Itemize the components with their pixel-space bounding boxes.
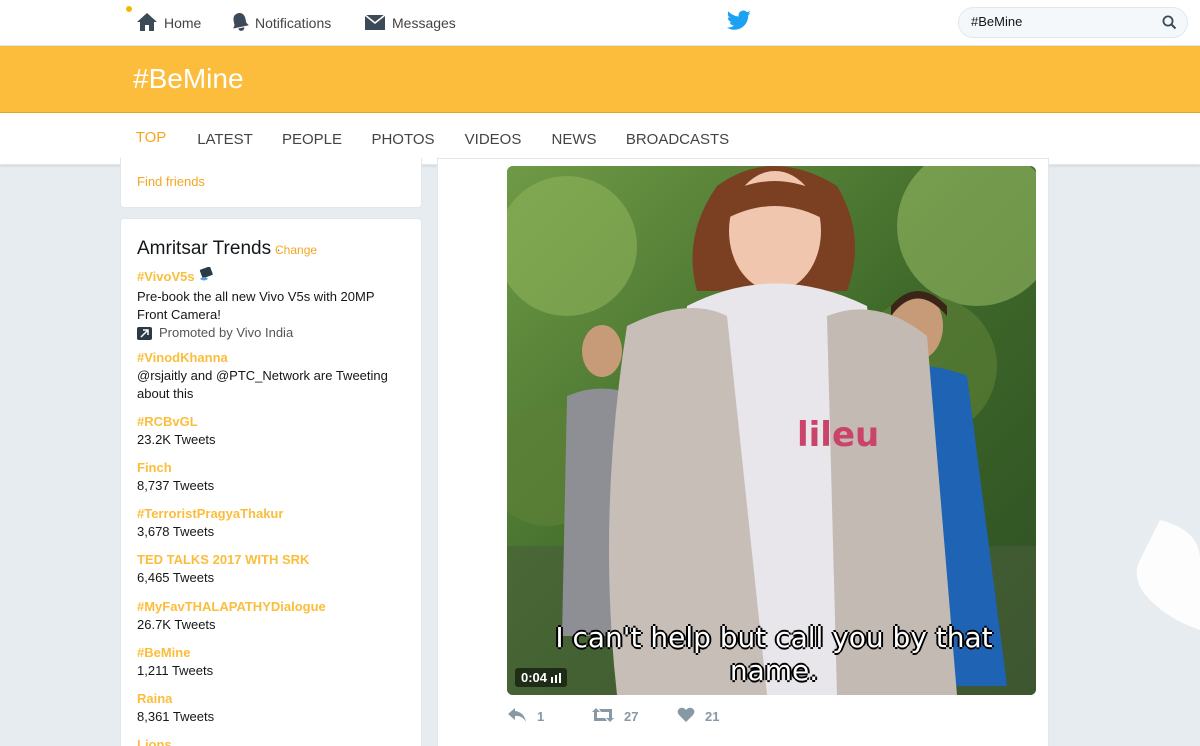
video-time: 0:04 bbox=[521, 670, 548, 685]
trends-card: Amritsar Trends · Change #VivoV5s Pre-bo… bbox=[120, 218, 422, 746]
top-navigation: Home Notifications Messages bbox=[0, 0, 1200, 46]
video-subtitle: I can't help but call you by that name. bbox=[555, 621, 993, 687]
nav-home-label: Home bbox=[164, 15, 202, 31]
nav-messages-label: Messages bbox=[392, 15, 456, 31]
twitter-bird-icon[interactable] bbox=[726, 10, 752, 37]
promoted-label: Promoted by Vivo India bbox=[137, 324, 407, 342]
notification-dot bbox=[126, 6, 132, 12]
nav-notifications[interactable]: Notifications bbox=[231, 0, 331, 46]
trend-name[interactable]: #TerroristPragyaThakur bbox=[137, 505, 407, 523]
trend-tweet-count: 8,361 Tweets bbox=[137, 709, 215, 724]
retweet-count: 27 bbox=[624, 709, 639, 724]
trend-name[interactable]: TED TALKS 2017 WITH SRK bbox=[137, 551, 407, 569]
trend-item[interactable]: Finch 8,737 Tweets bbox=[137, 459, 407, 495]
trend-item[interactable]: #TerroristPragyaThakur 3,678 Tweets bbox=[137, 505, 407, 541]
trend-name[interactable]: #BeMine bbox=[137, 644, 407, 662]
nav-messages[interactable]: Messages bbox=[364, 0, 456, 46]
retweet-button[interactable]: 27 bbox=[592, 707, 638, 726]
audio-bars-icon bbox=[551, 672, 562, 683]
trend-name[interactable]: #VinodKhanna bbox=[137, 349, 407, 367]
trend-item[interactable]: Lions bbox=[137, 736, 407, 746]
tweet-actions: 1 27 21 bbox=[507, 705, 807, 729]
trend-item[interactable]: #RCBvGL 23.2K Tweets bbox=[137, 413, 407, 449]
trend-name[interactable]: #MyFavTHALAPATHYDialogue bbox=[137, 598, 407, 616]
retweet-icon bbox=[592, 707, 614, 726]
trend-name[interactable]: Raina bbox=[137, 690, 407, 708]
search-box[interactable] bbox=[958, 7, 1188, 38]
nav-notifications-label: Notifications bbox=[255, 15, 332, 31]
reply-button[interactable]: 1 bbox=[507, 707, 544, 726]
trend-name[interactable]: Lions bbox=[137, 736, 407, 746]
trend-tweet-count: 3,678 Tweets bbox=[137, 524, 215, 539]
trends-title: Amritsar Trends · bbox=[137, 238, 281, 260]
trend-item[interactable]: TED TALKS 2017 WITH SRK 6,465 Tweets bbox=[137, 551, 407, 587]
trend-name[interactable]: #VivoV5s bbox=[137, 266, 407, 288]
video-timestamp: 0:04 bbox=[515, 668, 568, 687]
trend-description: Pre-book the all new Vivo V5s with 20MP … bbox=[137, 289, 375, 322]
heart-icon bbox=[677, 707, 695, 726]
trend-tweet-count: 8,737 Tweets bbox=[137, 478, 215, 493]
home-icon bbox=[136, 12, 158, 35]
page-title: #BeMine bbox=[133, 63, 244, 94]
trend-description: @rsjaitly and @PTC_Network are Tweeting … bbox=[137, 368, 388, 401]
search-icon[interactable] bbox=[1162, 15, 1177, 35]
video-frame: lileu bbox=[507, 166, 1036, 695]
reply-count: 1 bbox=[537, 709, 545, 724]
trend-tweet-count: 1,211 Tweets bbox=[137, 663, 214, 678]
trend-item[interactable]: #VivoV5s Pre-book the all new Vivo V5s w… bbox=[137, 266, 407, 342]
tweet-video[interactable]: lileu I can't help but call you by that … bbox=[507, 166, 1036, 695]
phone-emoji-icon bbox=[198, 266, 214, 288]
trend-item[interactable]: #BeMine 1,211 Tweets bbox=[137, 644, 407, 680]
shirt-text: lileu bbox=[797, 415, 879, 455]
trend-tweet-count: 26.7K Tweets bbox=[137, 617, 216, 632]
trend-tweet-count: 23.2K Tweets bbox=[137, 432, 216, 447]
trend-name[interactable]: #RCBvGL bbox=[137, 413, 407, 431]
trend-name-text: #VivoV5s bbox=[137, 269, 195, 284]
search-input[interactable] bbox=[971, 14, 1161, 29]
search-header: #BeMine bbox=[0, 46, 1200, 113]
background-decoration bbox=[1130, 520, 1200, 635]
trend-item[interactable]: #VinodKhanna @rsjaitly and @PTC_Network … bbox=[137, 349, 407, 403]
like-count: 21 bbox=[705, 709, 720, 724]
trend-item[interactable]: #MyFavTHALAPATHYDialogue 26.7K Tweets bbox=[137, 598, 407, 634]
trend-tweet-count: 6,465 Tweets bbox=[137, 570, 215, 585]
reply-icon bbox=[507, 707, 527, 726]
promoted-text: Promoted by Vivo India bbox=[159, 325, 294, 340]
find-friends-link[interactable]: Find friends bbox=[137, 174, 205, 189]
bell-icon bbox=[231, 12, 249, 35]
trend-name[interactable]: Finch bbox=[137, 459, 407, 477]
find-friends-card: Find friends bbox=[120, 158, 422, 208]
envelope-icon bbox=[364, 13, 386, 34]
promoted-icon bbox=[137, 326, 152, 340]
like-button[interactable]: 21 bbox=[677, 707, 719, 726]
trends-title-text: Amritsar Trends bbox=[137, 238, 272, 259]
trend-item[interactable]: Raina 8,361 Tweets bbox=[137, 690, 407, 726]
nav-home[interactable]: Home bbox=[136, 0, 201, 46]
trends-change-link[interactable]: Change bbox=[275, 243, 317, 257]
